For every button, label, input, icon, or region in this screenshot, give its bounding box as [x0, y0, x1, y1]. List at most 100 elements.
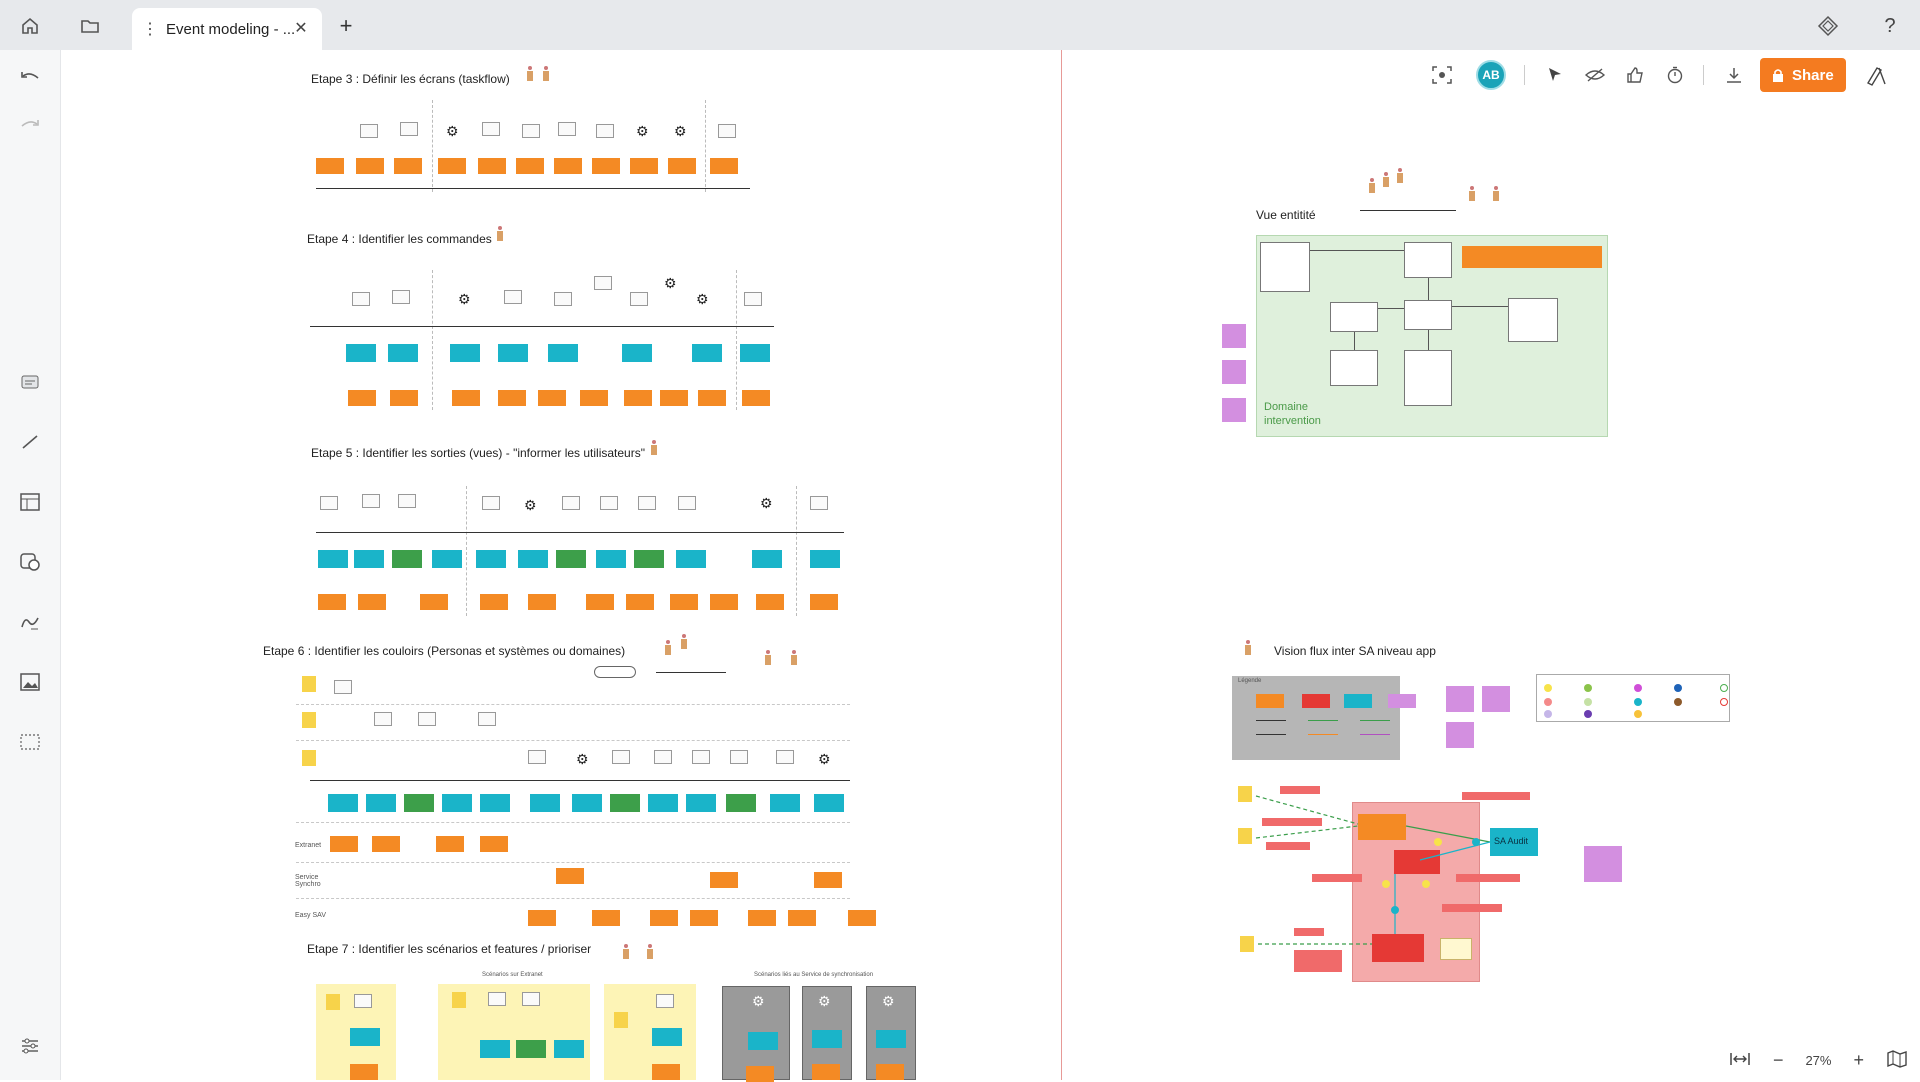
command-sticky[interactable]: [476, 550, 506, 568]
event-sticky[interactable]: [814, 872, 842, 888]
persona-sticky[interactable]: [452, 992, 466, 1008]
command-sticky[interactable]: [740, 344, 770, 362]
zoom-out-icon[interactable]: −: [1773, 1050, 1784, 1071]
event-sticky[interactable]: [478, 158, 506, 174]
persona-sticky[interactable]: [302, 712, 316, 728]
line-tool-icon[interactable]: [16, 428, 44, 456]
redo-icon[interactable]: [16, 112, 44, 140]
folder-icon[interactable]: [76, 12, 104, 40]
event-sticky[interactable]: [330, 836, 358, 852]
event-sticky[interactable]: [810, 594, 838, 610]
event-sticky[interactable]: [528, 594, 556, 610]
command-sticky[interactable]: [442, 794, 472, 812]
event-sticky[interactable]: [438, 158, 466, 174]
event-sticky[interactable]: [436, 836, 464, 852]
event-sticky[interactable]: [420, 594, 448, 610]
command-sticky[interactable]: [450, 344, 480, 362]
view-sticky[interactable]: [556, 550, 586, 568]
view-sticky[interactable]: [516, 1040, 546, 1058]
command-sticky[interactable]: [328, 794, 358, 812]
command-sticky[interactable]: [498, 344, 528, 362]
event-sticky[interactable]: [586, 594, 614, 610]
new-tab-icon[interactable]: +: [334, 13, 358, 38]
event-sticky[interactable]: [630, 158, 658, 174]
download-icon[interactable]: [1720, 61, 1748, 89]
note-sticky[interactable]: [1222, 360, 1246, 384]
event-sticky[interactable]: [538, 390, 566, 406]
event-sticky[interactable]: [626, 594, 654, 610]
event-sticky[interactable]: [592, 910, 620, 926]
command-sticky[interactable]: [366, 794, 396, 812]
command-sticky[interactable]: [596, 550, 626, 568]
event-sticky[interactable]: [748, 910, 776, 926]
event-sticky[interactable]: [394, 158, 422, 174]
undo-icon[interactable]: [16, 64, 44, 92]
note-sticky[interactable]: [1482, 686, 1510, 712]
close-tab-icon[interactable]: ✕: [292, 19, 310, 37]
zoom-level[interactable]: 27%: [1805, 1053, 1831, 1068]
event-sticky[interactable]: [812, 1064, 840, 1080]
zoom-in-icon[interactable]: +: [1853, 1050, 1864, 1071]
screenshot-icon[interactable]: [1428, 61, 1456, 89]
command-sticky[interactable]: [812, 1030, 842, 1048]
help-icon[interactable]: ?: [1876, 12, 1904, 40]
event-sticky[interactable]: [690, 910, 718, 926]
persona-sticky[interactable]: [614, 1012, 628, 1028]
event-sticky[interactable]: [698, 390, 726, 406]
command-sticky[interactable]: [810, 550, 840, 568]
event-sticky[interactable]: [624, 390, 652, 406]
event-sticky[interactable]: [742, 390, 770, 406]
command-sticky[interactable]: [350, 1028, 380, 1046]
command-sticky[interactable]: [554, 1040, 584, 1058]
command-sticky[interactable]: [752, 550, 782, 568]
command-sticky[interactable]: [814, 794, 844, 812]
event-sticky[interactable]: [756, 594, 784, 610]
event-sticky[interactable]: [480, 836, 508, 852]
command-sticky[interactable]: [676, 550, 706, 568]
event-sticky[interactable]: [710, 872, 738, 888]
event-sticky[interactable]: [372, 836, 400, 852]
event-sticky[interactable]: [356, 158, 384, 174]
tab-menu-icon[interactable]: ⋮: [142, 19, 158, 39]
upgrade-diamond-icon[interactable]: [1814, 12, 1842, 40]
thumbs-up-icon[interactable]: [1621, 61, 1649, 89]
command-sticky[interactable]: [648, 794, 678, 812]
note-sticky[interactable]: [1222, 398, 1246, 422]
frame-tool-icon[interactable]: [16, 728, 44, 756]
command-sticky[interactable]: [432, 550, 462, 568]
command-sticky[interactable]: [572, 794, 602, 812]
pen-tool-icon[interactable]: [16, 608, 44, 636]
event-sticky[interactable]: [710, 158, 738, 174]
event-sticky[interactable]: [670, 594, 698, 610]
command-sticky[interactable]: [548, 344, 578, 362]
command-sticky[interactable]: [770, 794, 800, 812]
event-sticky[interactable]: [652, 1064, 680, 1080]
event-sticky[interactable]: [318, 594, 346, 610]
event-sticky[interactable]: [498, 390, 526, 406]
event-sticky[interactable]: [660, 390, 688, 406]
event-sticky[interactable]: [848, 910, 876, 926]
note-sticky[interactable]: [1584, 846, 1622, 882]
note-sticky[interactable]: [1446, 722, 1474, 748]
event-sticky[interactable]: [452, 390, 480, 406]
hide-cursors-icon[interactable]: [1581, 61, 1609, 89]
view-sticky[interactable]: [404, 794, 434, 812]
home-icon[interactable]: [16, 12, 44, 40]
event-sticky[interactable]: [316, 158, 344, 174]
persona-sticky[interactable]: [302, 676, 316, 692]
event-sticky[interactable]: [876, 1064, 904, 1080]
command-sticky[interactable]: [876, 1030, 906, 1048]
event-sticky[interactable]: [592, 158, 620, 174]
command-sticky[interactable]: [686, 794, 716, 812]
event-sticky[interactable]: [358, 594, 386, 610]
note-sticky[interactable]: [1222, 324, 1246, 348]
view-sticky[interactable]: [634, 550, 664, 568]
command-sticky[interactable]: [480, 794, 510, 812]
image-icon[interactable]: [16, 668, 44, 696]
command-sticky[interactable]: [480, 1040, 510, 1058]
event-sticky[interactable]: [650, 910, 678, 926]
event-sticky[interactable]: [710, 594, 738, 610]
command-sticky[interactable]: [354, 550, 384, 568]
fit-width-icon[interactable]: [1729, 1051, 1751, 1070]
view-sticky[interactable]: [610, 794, 640, 812]
